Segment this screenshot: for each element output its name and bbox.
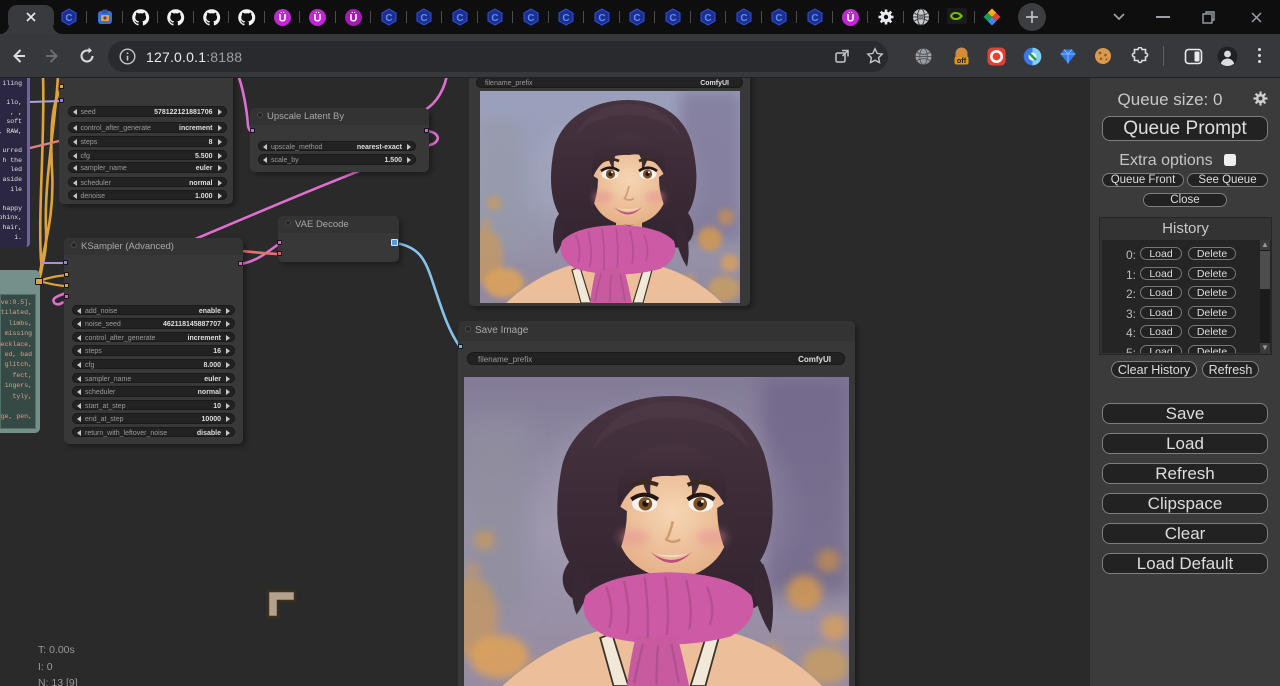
svg-text:Ü: Ü xyxy=(349,12,357,25)
svg-text:C: C xyxy=(562,13,569,24)
svg-text:Ü: Ü xyxy=(278,12,286,25)
svg-text:C: C xyxy=(598,13,605,24)
svg-text:Ü: Ü xyxy=(846,12,854,25)
svg-text:C: C xyxy=(740,13,747,24)
svg-text:C: C xyxy=(527,13,534,24)
svg-text:C: C xyxy=(385,13,392,24)
svg-text:C: C xyxy=(669,13,676,24)
svg-text:Ü: Ü xyxy=(314,12,322,25)
svg-text:C: C xyxy=(456,13,463,24)
svg-text:C: C xyxy=(65,13,72,24)
svg-text:C: C xyxy=(811,13,818,24)
svg-text:C: C xyxy=(633,13,640,24)
svg-text:C: C xyxy=(420,13,427,24)
svg-text:C: C xyxy=(704,13,711,24)
svg-text:C: C xyxy=(775,13,782,24)
svg-text:C: C xyxy=(491,13,498,24)
svg-text:off: off xyxy=(957,56,967,65)
